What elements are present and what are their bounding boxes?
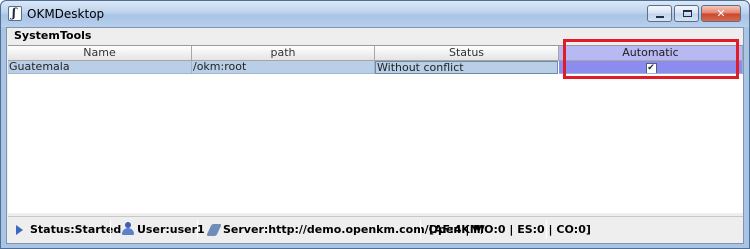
- close-icon: ✕: [716, 7, 726, 20]
- openkm-app-icon: ʃ: [8, 6, 22, 21]
- user-icon: [121, 222, 135, 236]
- column-header-status[interactable]: Status: [375, 46, 559, 61]
- minimize-icon: [656, 16, 664, 18]
- cell-path[interactable]: /okm:root: [192, 61, 375, 74]
- status-bar: Status:Started User:user1 Server:http://…: [8, 216, 743, 241]
- column-header-name[interactable]: Name: [8, 46, 192, 61]
- maximize-button[interactable]: [674, 5, 699, 22]
- status-divider: [110, 220, 111, 239]
- cell-status[interactable]: Without conflict: [375, 61, 558, 74]
- menu-tools[interactable]: Tools: [60, 29, 91, 42]
- status-text: Status:Started: [30, 223, 122, 236]
- counts-text: [AF:4 | MO:0 | ES:0 | CO:0]: [429, 223, 591, 236]
- window-controls: ✕: [647, 5, 741, 22]
- status-divider: [197, 220, 198, 239]
- user-text: User:user1: [137, 223, 205, 236]
- close-button[interactable]: ✕: [701, 5, 741, 22]
- annotation-highlight-box: [563, 39, 739, 79]
- minimize-button[interactable]: [647, 5, 672, 22]
- column-header-path[interactable]: path: [192, 46, 375, 61]
- status-divider: [546, 220, 547, 239]
- window-title: OKMDesktop: [27, 7, 105, 21]
- title-bar[interactable]: ʃ OKMDesktop ✕: [1, 1, 749, 27]
- menu-system[interactable]: System: [14, 29, 60, 42]
- status-divider: [420, 220, 421, 239]
- play-icon: [16, 225, 23, 235]
- app-window: ʃ OKMDesktop ✕ System Tools Name path St…: [0, 0, 750, 249]
- cell-name[interactable]: Guatemala: [8, 61, 192, 74]
- server-icon: [206, 223, 222, 237]
- maximize-icon: [683, 10, 692, 17]
